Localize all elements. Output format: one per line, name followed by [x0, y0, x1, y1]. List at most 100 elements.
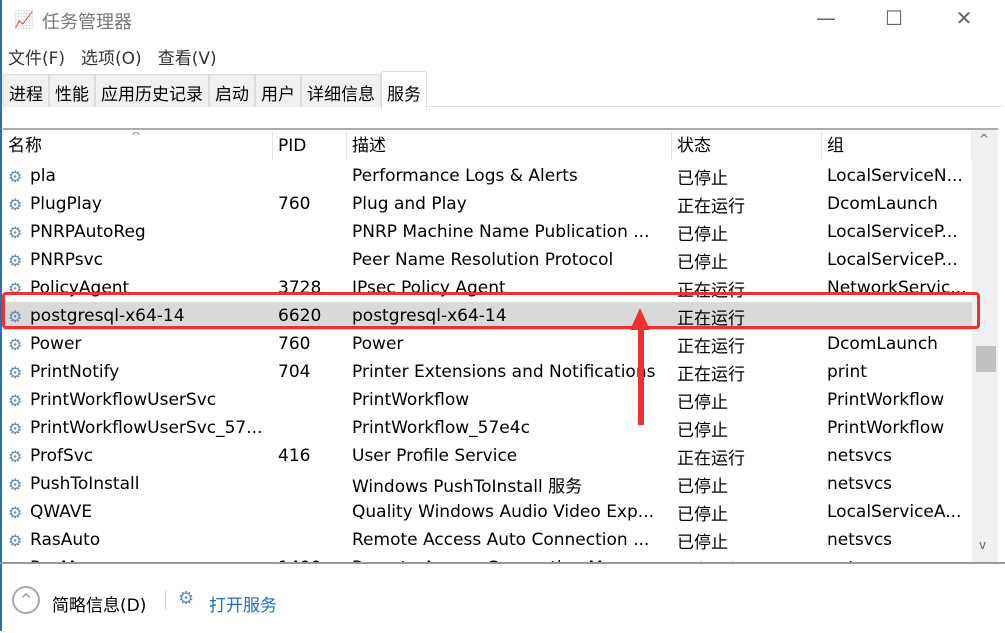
- service-name-text: QWAVE: [30, 502, 93, 522]
- service-name: ⚙ ProfSvc: [3, 446, 273, 466]
- tab-performance[interactable]: 性能: [49, 74, 95, 107]
- column-header-pid[interactable]: PID: [273, 132, 347, 160]
- service-gear-icon: ⚙: [8, 166, 23, 186]
- service-description: PNRP Machine Name Publication ...: [352, 222, 650, 242]
- service-name-text: RasAuto: [30, 530, 101, 550]
- service-group: LocalServiceP...: [827, 250, 958, 270]
- table-row[interactable]: ⚙ ProfSvc 416 User Profile Service 正在运行 netsv…: [3, 442, 973, 470]
- table-row[interactable]: ⚙ Power 760 Power 正在运行 DcomLaunch: [3, 330, 973, 358]
- task-manager-icon: 📈: [14, 10, 34, 29]
- service-name: ⚙ PNRPAutoReg: [3, 222, 273, 242]
- service-name-text: pla: [30, 166, 56, 186]
- service-group: netsvcs: [827, 474, 893, 494]
- tab-app-history[interactable]: 应用历史记录: [95, 74, 209, 107]
- tab-details[interactable]: 详细信息: [301, 74, 381, 107]
- footer: ^ 简略信息(D) ⚙ 打开服务: [0, 562, 1005, 633]
- less-details-link[interactable]: 简略信息(D): [52, 591, 146, 616]
- service-description: User Profile Service: [352, 446, 518, 466]
- service-group: DcomLaunch: [827, 334, 938, 354]
- table-row[interactable]: ⚙ RasAuto Remote Access Auto Connection ..…: [3, 526, 973, 554]
- service-status: 已停止: [677, 252, 728, 273]
- service-description: Peer Name Resolution Protocol: [352, 250, 614, 270]
- service-name: ⚙ RasAuto: [3, 530, 273, 550]
- service-description: Performance Logs & Alerts: [352, 166, 578, 186]
- service-gear-icon: ⚙: [8, 334, 23, 354]
- service-description: Windows PushToInstall 服务: [352, 476, 583, 497]
- service-status: 已停止: [677, 532, 728, 553]
- service-status: 已停止: [677, 224, 728, 245]
- service-gear-icon: ⚙: [8, 418, 23, 438]
- service-group: LocalServiceA...: [827, 502, 962, 522]
- table-row[interactable]: ⚙ pla Performance Logs & Alerts 已停止 LocalSer…: [3, 162, 973, 190]
- red-arrow-annotation: [630, 308, 650, 425]
- table-row[interactable]: ⚙ PrintWorkflowUserSvc_57... PrintWorkflow…: [3, 414, 973, 442]
- table-row[interactable]: ⚙ PushToInstall Windows PushToInstall 服务 已停…: [3, 470, 973, 498]
- minimize-button[interactable]: —: [806, 6, 846, 30]
- service-description: Plug and Play: [352, 194, 467, 214]
- service-gear-icon: ⚙: [8, 250, 23, 270]
- services-gear-icon: ⚙: [178, 588, 195, 609]
- column-header-group[interactable]: 组: [822, 132, 972, 160]
- table-row[interactable]: ⚙ PrintWorkflowUserSvc PrintWorkflow 已停止 Pri…: [3, 386, 973, 414]
- service-group: DcomLaunch: [827, 194, 938, 214]
- tab-bar: 进程 性能 应用历史记录 启动 用户 详细信息 服务: [3, 71, 1003, 110]
- service-group: LocalServiceP...: [827, 222, 958, 242]
- table-row[interactable]: ⚙ PlugPlay 760 Plug and Play 正在运行 DcomLaunch: [3, 190, 973, 218]
- service-gear-icon: ⚙: [8, 222, 23, 242]
- service-name: ⚙ pla: [3, 166, 273, 186]
- service-name: ⚙ PrintWorkflowUserSvc_57...: [3, 418, 273, 438]
- service-gear-icon: ⚙: [8, 194, 23, 214]
- service-status: 已停止: [677, 504, 728, 525]
- service-group: PrintWorkflow: [827, 390, 945, 410]
- service-gear-icon: ⚙: [8, 362, 23, 382]
- service-name-text: PlugPlay: [30, 194, 102, 214]
- service-description: Quality Windows Audio Video Exp...: [352, 502, 654, 522]
- tab-processes[interactable]: 进程: [3, 74, 49, 107]
- service-status: 已停止: [677, 168, 728, 189]
- service-status: 已停止: [677, 476, 728, 497]
- maximize-button[interactable]: ☐: [874, 6, 914, 30]
- close-button[interactable]: ✕: [944, 6, 984, 30]
- service-name: ⚙ PrintNotify: [3, 362, 273, 382]
- service-group: print: [827, 362, 867, 382]
- service-name: ⚙ PlugPlay: [3, 194, 273, 214]
- service-description: Remote Access Auto Connection ...: [352, 530, 650, 550]
- column-header-name[interactable]: 名称 ^: [3, 132, 273, 160]
- menu-view[interactable]: 查看(V): [158, 44, 217, 69]
- table-row[interactable]: ⚙ PrintNotify 704 Printer Extensions and No…: [3, 358, 973, 386]
- scroll-up-icon[interactable]: ^: [979, 132, 989, 146]
- tab-startup[interactable]: 启动: [209, 74, 255, 107]
- table-row[interactable]: ⚙ QWAVE Quality Windows Audio Video Exp...…: [3, 498, 973, 526]
- service-pid: 416: [278, 446, 311, 466]
- service-name: ⚙ PNRPsvc: [3, 250, 273, 270]
- menu-file[interactable]: 文件(F): [8, 44, 65, 69]
- service-gear-icon: ⚙: [8, 474, 23, 494]
- service-group: netsvcs: [827, 530, 893, 550]
- service-status: 已停止: [677, 420, 728, 441]
- service-pid: 760: [278, 334, 311, 354]
- service-group: netsvcs: [827, 446, 893, 466]
- open-services-link[interactable]: 打开服务: [209, 591, 277, 616]
- tab-users[interactable]: 用户: [255, 74, 301, 107]
- service-status: 已停止: [677, 392, 728, 413]
- scroll-down-icon[interactable]: v: [979, 538, 986, 552]
- service-name-text: ProfSvc: [30, 446, 94, 466]
- service-group: LocalServiceN...: [827, 166, 963, 186]
- collapse-icon[interactable]: ^: [12, 586, 40, 614]
- service-name-text: PrintWorkflowUserSvc: [30, 390, 217, 410]
- service-name: ⚙ PrintWorkflowUserSvc: [3, 390, 273, 410]
- column-header-description[interactable]: 描述: [347, 132, 672, 160]
- title-bar: 📈 任务管理器 — ☐ ✕: [0, 0, 1005, 40]
- menu-options[interactable]: 选项(O): [81, 44, 142, 69]
- service-name-text: PrintNotify: [30, 362, 120, 382]
- table-row[interactable]: ⚙ PNRPsvc Peer Name Resolution Protocol 已停止…: [3, 246, 973, 274]
- table-row[interactable]: ⚙ PNRPAutoReg PNRP Machine Name Publicatio…: [3, 218, 973, 246]
- tab-services[interactable]: 服务: [381, 71, 427, 110]
- service-name-text: PushToInstall: [30, 474, 140, 494]
- service-status: 正在运行: [677, 448, 745, 469]
- column-header-status[interactable]: 状态: [672, 132, 822, 160]
- scrollbar-thumb[interactable]: [976, 346, 996, 372]
- divider: [165, 590, 166, 610]
- service-status: 正在运行: [677, 336, 745, 357]
- window-title: 任务管理器: [42, 12, 132, 33]
